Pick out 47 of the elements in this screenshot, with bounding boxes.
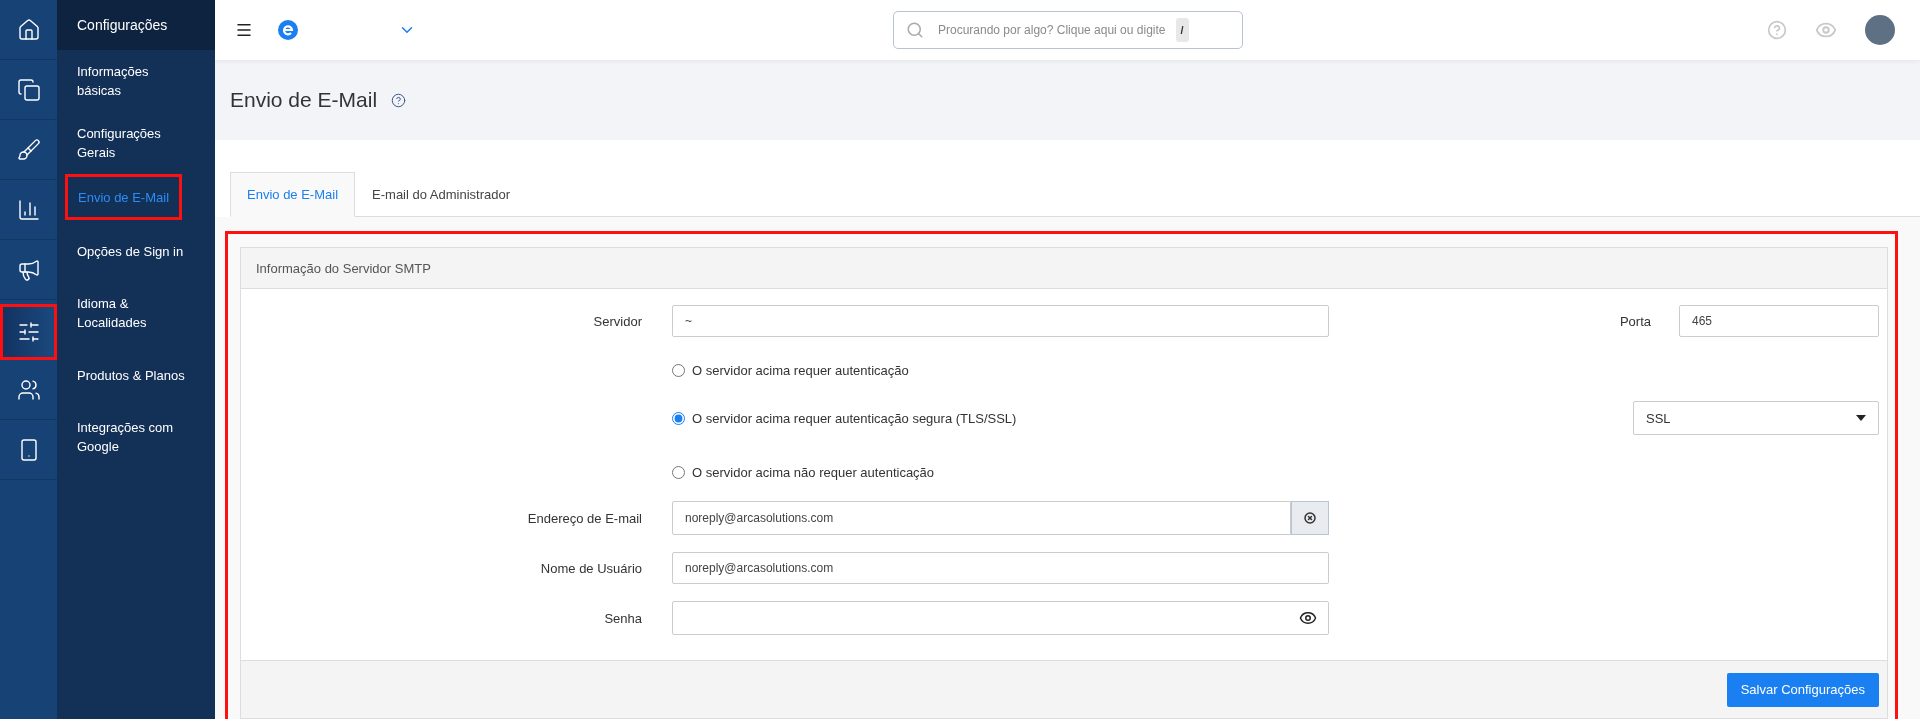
username-field[interactable]: noreply@arcasolutions.com — [672, 552, 1329, 584]
radio-button[interactable] — [672, 364, 685, 377]
sidebar-title: Configurações — [57, 0, 215, 50]
tab[interactable]: Envio de E-Mail — [230, 172, 356, 217]
search-field[interactable]: Procurando por algo? Clique aqui ou digite / — [893, 11, 1243, 49]
caret-icon — [1856, 415, 1866, 421]
sidebar-item[interactable]: Envio de E-Mail — [65, 174, 183, 220]
home-icon — [16, 17, 41, 42]
brush-icon — [16, 137, 41, 162]
clear-button[interactable] — [1291, 501, 1329, 535]
sidebar-item[interactable]: Idioma & Localidades — [65, 282, 207, 344]
documents-icon — [16, 77, 41, 102]
save-button[interactable]: Salvar Configurações — [1726, 672, 1879, 707]
help-icon[interactable] — [391, 92, 407, 108]
field-label: Porta — [1619, 313, 1652, 329]
port-field[interactable]: 465 — [1679, 305, 1879, 337]
radio-button[interactable] — [672, 411, 685, 425]
sidebar-item[interactable]: Configurações Gerais — [65, 112, 207, 174]
users-icon — [16, 377, 41, 402]
clear-icon — [1304, 512, 1316, 524]
server-field[interactable]: ~ — [672, 305, 1329, 337]
field-label: Servidor — [592, 313, 643, 329]
bar-chart-icon — [16, 197, 41, 222]
rail-item[interactable] — [0, 304, 57, 360]
sliders-icon — [16, 319, 41, 344]
encryption-select[interactable]: SSL — [1633, 401, 1879, 435]
sidebar-item[interactable]: Opções de Sign in — [65, 220, 207, 282]
field-label: Senha — [603, 610, 643, 626]
shortcut-key: / — [1175, 18, 1189, 42]
search-placeholder: Procurando por algo? Clique aqui ou digite — [938, 23, 1166, 37]
email-field[interactable]: noreply@arcasolutions.com — [672, 501, 1291, 535]
megaphone-icon — [16, 257, 41, 282]
menu-icon[interactable] — [235, 21, 253, 39]
tab[interactable]: E-mail do Administrador — [355, 172, 528, 217]
page-title: Envio de E-Mail — [230, 88, 378, 112]
sidebar-item[interactable]: Informações básicas — [65, 50, 207, 112]
logo-icon — [278, 20, 298, 40]
password-field[interactable] — [672, 601, 1329, 635]
sidebar-item[interactable]: Produtos & Planos — [65, 344, 207, 406]
field-label: Nome de Usuário — [539, 560, 643, 576]
avatar[interactable] — [1865, 15, 1895, 45]
sidebar-item[interactable]: Integrações com Google — [65, 406, 207, 468]
panel-title: Informação do Servidor SMTP — [241, 248, 1887, 289]
field-label: Endereço de E-mail — [526, 510, 643, 526]
show-password-icon[interactable] — [1299, 609, 1317, 627]
search-icon — [906, 21, 924, 39]
radio-button[interactable] — [672, 466, 685, 479]
